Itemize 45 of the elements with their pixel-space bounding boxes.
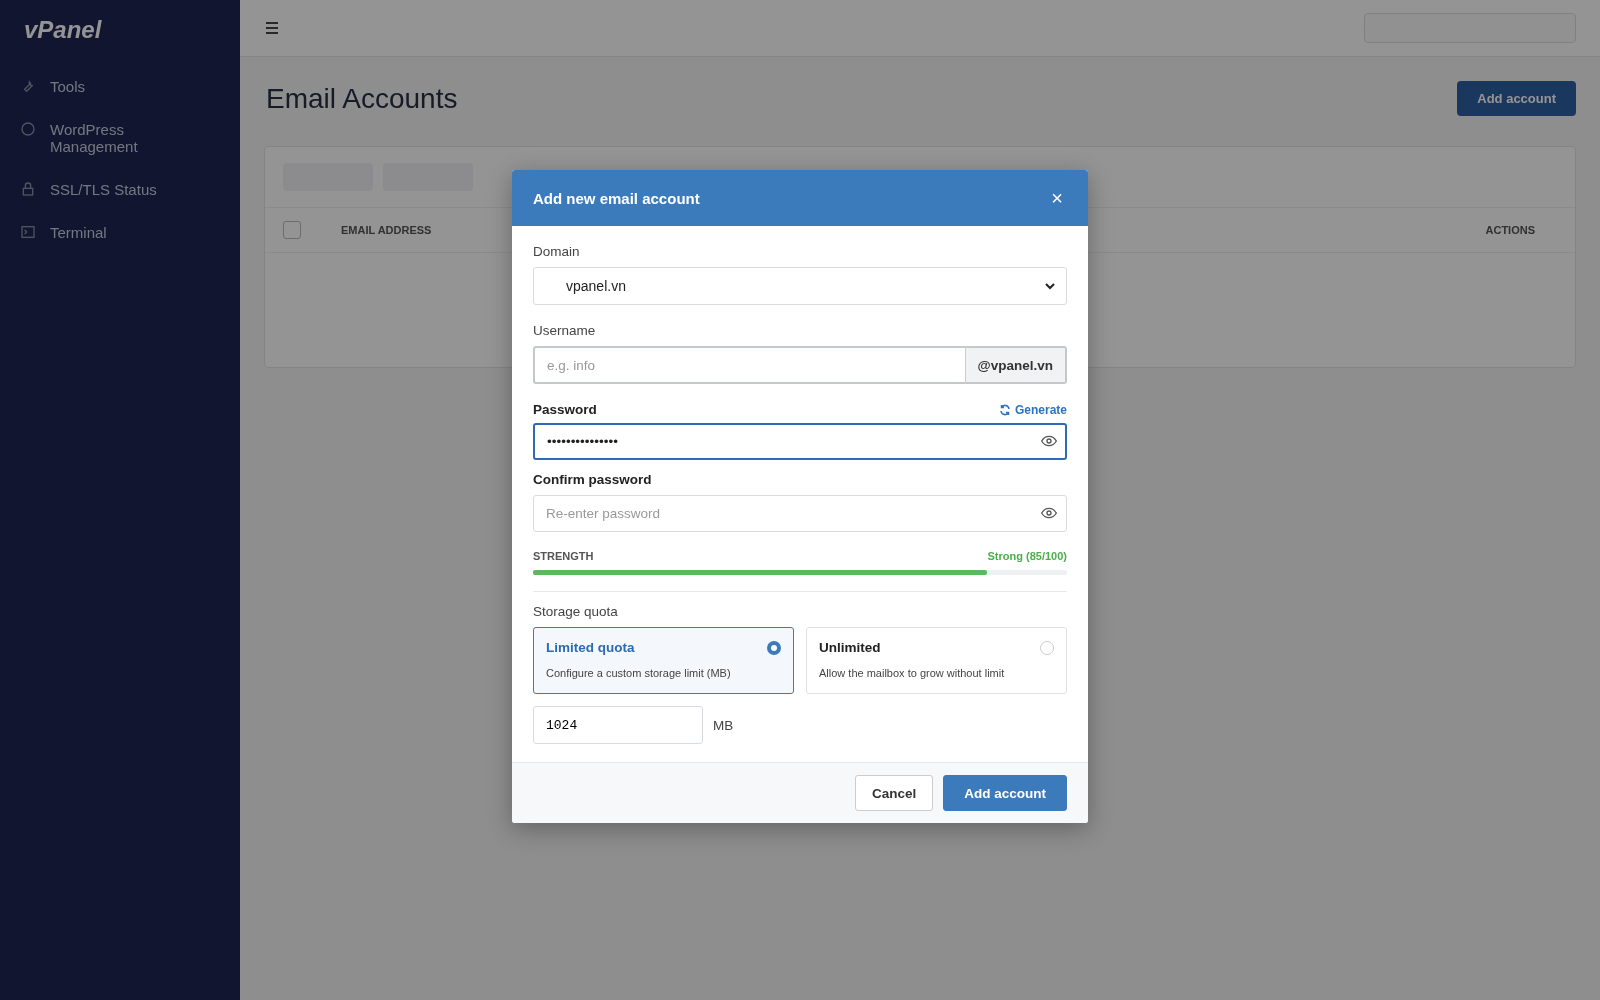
field-label: Username [533, 323, 597, 338]
circle-icon [20, 121, 36, 137]
radio-button[interactable] [767, 640, 781, 655]
add-account-button[interactable]: Add account [1457, 81, 1576, 116]
option-title: Limited quota [546, 640, 635, 655]
generate-link[interactable]: Generate [998, 402, 1067, 417]
chevron-icon [1044, 280, 1056, 292]
quota-field[interactable]: 1024 [533, 706, 703, 744]
strength-label: STRENGTH [533, 550, 594, 562]
domain-suffix: @vpanel.vn [964, 346, 1067, 384]
strength-reading: Strong (85/100) [987, 550, 1067, 562]
column-header: ACTIONS [1485, 224, 1535, 236]
confirm-password-field[interactable]: Re-enter password [533, 495, 1067, 532]
option-title: Unlimited [819, 640, 881, 655]
unit-label: MB [713, 717, 734, 733]
sidebar-item[interactable]: Tools [20, 72, 220, 101]
close-button[interactable]: × [1047, 188, 1067, 208]
cancel-button[interactable]: Cancel [854, 775, 934, 811]
sidebar-item[interactable]: WordPress Management [20, 115, 220, 161]
menu-icon[interactable] [264, 20, 280, 36]
quota-option-card[interactable]: Limited quota Configure a custom storage limit (MB) [533, 627, 794, 694]
sidebar-item[interactable]: SSL/TLS Status [20, 175, 220, 204]
refresh-icon [998, 403, 1011, 416]
username-field[interactable]: e.g. info [533, 346, 965, 384]
terminal-icon [20, 224, 36, 240]
logo[interactable]: vPanel [24, 16, 220, 44]
option-description: Allow the mailbox to grow without limit [819, 667, 1006, 679]
radio-button[interactable] [1040, 640, 1054, 655]
password-field[interactable]: ••••••••••••••• [533, 423, 1067, 460]
domain-select[interactable]: vpanel.vn [533, 267, 1067, 305]
eye-icon[interactable] [1041, 433, 1057, 449]
page-title: Email Accounts [266, 82, 458, 115]
checkbox[interactable] [283, 221, 301, 239]
lock-icon [20, 181, 36, 197]
sidebar-item[interactable]: Terminal [20, 218, 220, 247]
field-label: Confirm password [533, 472, 653, 487]
field-label: Password [533, 402, 597, 417]
dialog-title: Add new email account [533, 189, 700, 207]
eye-icon[interactable] [1041, 505, 1057, 521]
quota-option-card[interactable]: Unlimited Allow the mailbox to grow without limit [806, 627, 1067, 694]
field-label: Storage quota [533, 604, 619, 619]
field-label: Domain [533, 244, 581, 259]
column-header: EMAIL ADDRESS [341, 224, 432, 236]
add-account-button[interactable]: Add account [943, 775, 1067, 811]
option-description: Configure a custom storage limit (MB) [546, 667, 732, 679]
